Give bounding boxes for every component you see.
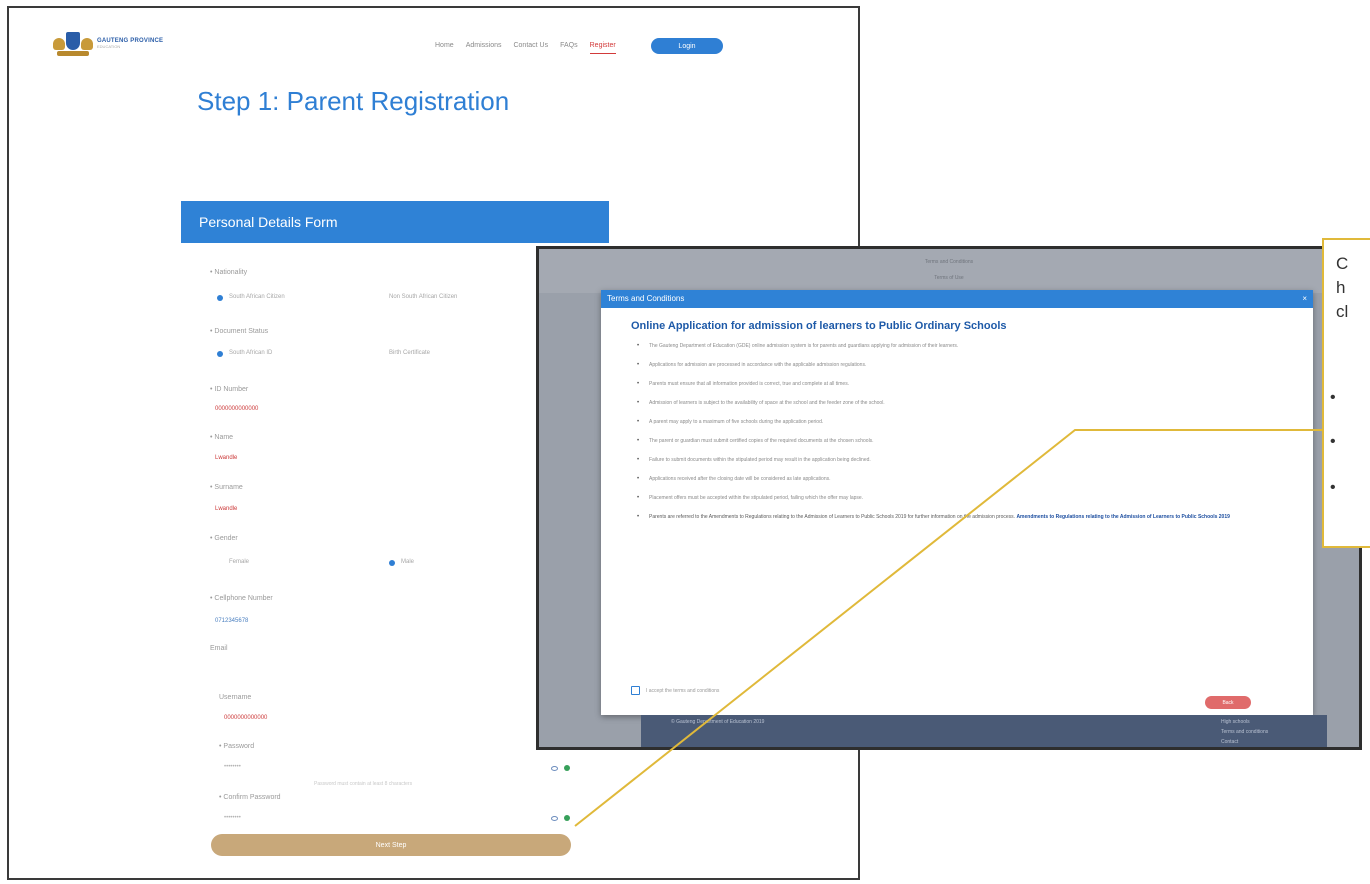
email-label: Email [210, 645, 228, 652]
page-footer: © Gauteng Department of Education 2019 H… [641, 715, 1327, 747]
accept-terms-label[interactable]: I accept the terms and conditions [646, 688, 719, 694]
document-option-1[interactable]: South African ID [229, 350, 272, 356]
modal-header: Terms and Conditions × [601, 290, 1313, 308]
terms-modal: Terms and Conditions × Online Applicatio… [601, 290, 1313, 715]
show-password-icon[interactable] [551, 766, 558, 771]
list-item: A parent may apply to a maximum of five … [637, 418, 1277, 426]
footer-link-2[interactable]: Terms and conditions [1221, 729, 1268, 735]
id-number-input[interactable]: 0000000000000 [215, 406, 258, 412]
coat-of-arms-icon [53, 30, 93, 56]
list-item-text: Parents are referred to the Amendments t… [649, 514, 1016, 520]
list-item: Failure to submit documents within the s… [637, 456, 1277, 464]
callout-note: C h cl • • • [1322, 238, 1370, 548]
next-step-button[interactable]: Next Step [211, 834, 571, 856]
note-bullet-3: • [1330, 479, 1336, 496]
terms-modal-screenshot: Terms and Conditions Terms of Use Terms … [536, 246, 1362, 750]
list-item: The parent or guardian must submit certi… [637, 437, 1277, 445]
modal-backdrop-top: Terms and Conditions Terms of Use [539, 249, 1359, 293]
list-item-highlighted: Parents are referred to the Amendments t… [637, 513, 1277, 521]
step-title-text: Parent Registration [286, 86, 510, 116]
name-label: • Name [210, 434, 234, 441]
username-input[interactable]: 0000000000000 [224, 715, 267, 721]
list-item: Admission of learners is subject to the … [637, 399, 1277, 407]
gender-label: • Gender [210, 535, 238, 542]
surname-input[interactable]: Lwandle [215, 506, 237, 512]
password-input[interactable]: •••••••• [224, 764, 241, 770]
step-number: Step 1: [197, 86, 280, 116]
password-hint: Password must contain at least 8 charact… [314, 781, 413, 787]
regulations-link[interactable]: Amendments to Regulations relating to th… [1016, 514, 1229, 520]
show-confirm-password-icon[interactable] [551, 816, 558, 821]
brand-subtitle: EDUCATION [97, 43, 121, 49]
footer-copyright: © Gauteng Department of Education 2019 [671, 719, 765, 725]
gender-option-female[interactable]: Female [229, 559, 249, 565]
modal-header-title: Terms and Conditions [607, 294, 685, 303]
confirm-password-valid-icon [564, 815, 570, 821]
name-input[interactable]: Lwandle [215, 455, 237, 461]
footer-link-3[interactable]: Contact [1221, 739, 1238, 745]
form-header: Personal Details Form [181, 201, 609, 243]
password-label: • Password [219, 743, 255, 750]
login-button[interactable]: Login [651, 38, 723, 54]
top-navigation: GAUTENG PROVINCE EDUCATION Home Admissio… [9, 8, 858, 58]
gender-radio-selected[interactable] [389, 560, 395, 566]
terms-title: Online Application for admission of lear… [631, 320, 1007, 332]
nav-register[interactable]: Register [589, 42, 616, 54]
document-status-label: • Document Status [210, 328, 269, 335]
nationality-option-1[interactable]: South African Citizen [229, 294, 285, 300]
terms-list: The Gauteng Department of Education (GDE… [637, 342, 1277, 532]
id-number-label: • ID Number [210, 386, 249, 393]
page-title: Step 1: Parent Registration [197, 86, 509, 117]
nav-admissions[interactable]: Admissions [466, 42, 502, 54]
gauteng-logo[interactable]: GAUTENG PROVINCE EDUCATION [53, 30, 163, 56]
nav-home[interactable]: Home [435, 42, 454, 54]
cellphone-label: • Cellphone Number [210, 595, 273, 602]
list-item: Applications for admission are processed… [637, 361, 1277, 369]
password-valid-icon [564, 765, 570, 771]
list-item: Placement offers must be accepted within… [637, 494, 1277, 502]
close-icon[interactable]: × [1302, 290, 1307, 308]
confirm-password-input[interactable]: •••••••• [224, 815, 241, 821]
surname-label: • Surname [210, 484, 243, 491]
nationality-label: • Nationality [210, 269, 248, 276]
brand-name: GAUTENG PROVINCE [97, 37, 164, 44]
note-bullet-1: • [1330, 389, 1336, 406]
footer-link-1[interactable]: High schools [1221, 719, 1250, 725]
note-line-2: h [1336, 278, 1346, 297]
list-item: Applications received after the closing … [637, 475, 1277, 483]
note-line-1: C [1336, 254, 1349, 273]
accept-terms-row[interactable]: I accept the terms and conditions [631, 686, 719, 695]
accept-terms-checkbox[interactable] [631, 686, 640, 695]
note-line-3: cl [1336, 302, 1349, 321]
username-label: Username [219, 694, 252, 701]
cellphone-input[interactable]: 0712345678 [215, 618, 248, 624]
nav-contact-us[interactable]: Contact Us [513, 42, 548, 54]
note-bullet-2: • [1330, 433, 1336, 450]
document-option-2[interactable]: Birth Certificate [389, 350, 430, 356]
nationality-radio-selected[interactable] [217, 295, 223, 301]
confirm-password-label: • Confirm Password [219, 794, 281, 801]
backdrop-text-2: Terms of Use [934, 275, 964, 281]
list-item: Parents must ensure that all information… [637, 380, 1277, 388]
gender-option-male[interactable]: Male [401, 559, 414, 565]
backdrop-text-1: Terms and Conditions [924, 259, 974, 265]
nationality-option-2[interactable]: Non South African Citizen [389, 294, 457, 300]
list-item: The Gauteng Department of Education (GDE… [637, 342, 1277, 350]
document-radio-selected[interactable] [217, 351, 223, 357]
nav-faqs[interactable]: FAQs [560, 42, 578, 54]
main-menu: Home Admissions Contact Us FAQs Register [435, 42, 616, 54]
back-button[interactable]: Back [1205, 696, 1251, 709]
